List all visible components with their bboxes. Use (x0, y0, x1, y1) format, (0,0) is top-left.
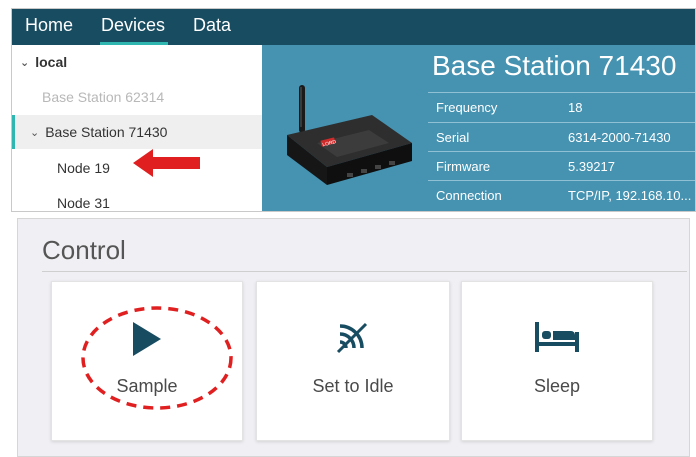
prop-value: 5.39217 (568, 158, 615, 174)
tree-item-label: Node 31 (57, 195, 110, 211)
prop-row-firmware: Firmware 5.39217 (428, 151, 695, 180)
annotation-arrow-icon (133, 149, 200, 177)
tree-item-base-station-62314[interactable]: Base Station 62314 (12, 80, 262, 114)
control-title: Control (42, 235, 126, 265)
prop-value: 18 (568, 99, 583, 115)
annotation-ellipse-icon (81, 306, 233, 410)
devices-panel: Home Devices Data ⌄ local Base Station 6… (11, 8, 696, 212)
nav-devices[interactable]: Devices (88, 9, 180, 45)
prop-value: 6314-2000-71430 (568, 129, 671, 145)
tree-item-label: Base Station 71430 (45, 124, 168, 140)
prop-key: Serial (436, 129, 470, 145)
prop-value: TCP/IP, 192.168.10... (568, 187, 692, 203)
tree-item-node-31[interactable]: Node 31 (12, 186, 262, 211)
bed-icon (462, 322, 652, 352)
prop-row-connection: Connection TCP/IP, 192.168.10... (428, 180, 695, 209)
base-station-title: Base Station 71430 (432, 50, 677, 81)
tree-item-label: Node 19 (57, 160, 110, 176)
base-station-image: LORD (287, 85, 412, 185)
nav-home[interactable]: Home (12, 9, 88, 45)
divider (42, 271, 687, 272)
device-tree: ⌄ local Base Station 62314 ⌄ Base Statio… (12, 45, 262, 211)
tree-item-label: Base Station 62314 (42, 89, 165, 105)
base-station-detail: LORD Base Station 71430 Frequency 18 Ser… (262, 45, 695, 211)
set-to-idle-button[interactable]: Set to Idle (256, 281, 450, 441)
top-navbar: Home Devices Data (12, 9, 695, 45)
nav-data[interactable]: Data (180, 9, 246, 45)
set-to-idle-button-label: Set to Idle (312, 376, 394, 396)
prop-key: Firmware (436, 158, 491, 174)
prop-key: Frequency (436, 99, 498, 115)
sleep-button-label: Sleep (533, 376, 581, 396)
prop-row-serial: Serial 6314-2000-71430 (428, 122, 695, 151)
prop-row-frequency: Frequency 18 (428, 92, 695, 121)
tree-item-local[interactable]: ⌄ local (12, 45, 262, 79)
chevron-down-icon: ⌄ (20, 56, 30, 69)
tree-item-label: local (35, 54, 68, 70)
tree-item-base-station-71430[interactable]: ⌄ Base Station 71430 (12, 115, 262, 149)
chevron-down-icon: ⌄ (30, 126, 40, 139)
sleep-button[interactable]: Sleep (461, 281, 653, 441)
prop-key: Connection (436, 187, 502, 203)
signal-idle-icon (257, 322, 449, 354)
